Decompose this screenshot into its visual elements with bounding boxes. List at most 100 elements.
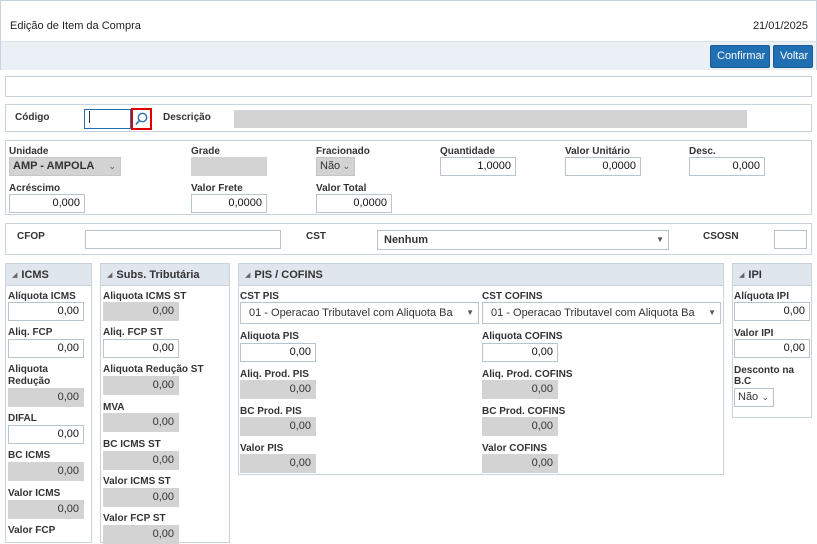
aliquota-pis-input[interactable]: 0,00 (240, 343, 316, 362)
icms-valor-field: 0,00 (8, 500, 84, 519)
fracionado-select[interactable]: Não ⌄ (316, 157, 355, 176)
subs-valor-fcp-st-label: Valor FCP ST (103, 513, 166, 524)
ipi-aliquota-input[interactable]: 0,00 (734, 302, 810, 321)
aliquota-pis-label: Aliquota PIS (240, 331, 299, 342)
chevron-down-icon: ⌄ (108, 161, 116, 171)
subs-aliquota-reducao-st-field: 0,00 (103, 376, 179, 395)
csosn-label: CSOSN (703, 231, 739, 242)
message-bar (5, 76, 812, 97)
triangle-icon: ◢ (245, 272, 251, 279)
page-date: 21/01/2025 (752, 20, 808, 32)
confirm-button[interactable]: Confirmar (710, 45, 770, 68)
item-panel: Unidade AMP - AMPOLA ⌄ Grade Fracionado N… (5, 140, 812, 215)
subs-aliquota-st-label: Aliquota ICMS ST (103, 291, 187, 302)
valor-unitario-input[interactable]: 0,0000 (565, 157, 641, 176)
cst-pis-label: CST PIS (240, 291, 279, 302)
desc-label: Desc. (689, 146, 716, 157)
chevron-down-icon: ▼ (466, 308, 474, 317)
cfop-input[interactable] (85, 230, 281, 249)
valor-cofins-field: 0,00 (482, 454, 558, 473)
icms-difal-input[interactable]: 0,00 (8, 425, 84, 444)
valor-total-input[interactable]: 0,0000 (316, 194, 392, 213)
valor-pis-label: Valor PIS (240, 443, 284, 454)
chevron-down-icon: ⌄ (342, 161, 350, 171)
cst-cofins-label: CST COFINS (482, 291, 543, 302)
icms-aliquota-reducao-field: 0,00 (8, 388, 84, 407)
unidade-label: Unidade (9, 146, 49, 157)
bc-prod-cofins-field: 0,00 (482, 417, 558, 436)
cst-label: CST (306, 231, 326, 242)
icms-bc-label: BC ICMS (8, 450, 51, 461)
quantidade-input[interactable]: 1,0000 (440, 157, 516, 176)
triangle-icon: ◢ (12, 272, 18, 279)
ipi-desconto-label-line2: B.C (734, 376, 752, 387)
ipi-aliquota-label: Alíquota IPI (734, 291, 789, 302)
aliquota-cofins-label: Aliquota COFINS (482, 331, 563, 342)
code-input[interactable] (84, 109, 131, 129)
ipi-header[interactable]: ◢ IPI (733, 264, 811, 286)
bc-prod-pis-label: BC Prod. PIS (240, 406, 302, 417)
cst-select[interactable]: Nenhum ▼ (377, 230, 669, 250)
magnifier-icon (135, 112, 148, 126)
subs-aliquota-st-field: 0,00 (103, 302, 179, 321)
valor-pis-field: 0,00 (240, 454, 316, 473)
icms-aliq-fcp-label: Aliq. FCP (8, 327, 53, 338)
icms-aliquota-reducao-label: Aliquota Redução (8, 364, 51, 387)
subs-mva-field: 0,00 (103, 413, 179, 432)
triangle-icon: ◢ (107, 272, 113, 279)
aliq-prod-pis-label: Aliq. Prod. PIS (240, 369, 309, 380)
icms-difal-label: DIFAL (8, 413, 37, 424)
cfop-label: CFOP (17, 231, 45, 242)
subs-section: ◢ Subs. Tributária Aliquota ICMS ST 0,00 … (100, 263, 230, 544)
aliq-prod-cofins-label: Aliq. Prod. COFINS (482, 369, 573, 380)
cst-cofins-select[interactable]: 01 - Operacao Tributavel com Aliquota Ba… (482, 302, 721, 324)
icms-aliquota-input[interactable]: 0,00 (8, 302, 84, 321)
code-label: Código (15, 112, 50, 123)
ipi-valor-label: Valor IPI (734, 328, 774, 339)
subs-aliq-fcp-st-input[interactable]: 0,00 (103, 339, 179, 358)
bc-prod-cofins-label: BC Prod. COFINS (482, 406, 566, 417)
icms-valor-label: Valor ICMS (8, 488, 61, 499)
icms-section: ◢ ICMS Alíquota ICMS 0,00 Aliq. FCP 0,00 … (5, 263, 92, 543)
subs-valor-fcp-st-field: 0,00 (103, 525, 179, 544)
triangle-icon: ◢ (739, 272, 745, 279)
valor-frete-input[interactable]: 0,0000 (191, 194, 267, 213)
icms-aliq-fcp-input[interactable]: 0,00 (8, 339, 84, 358)
description-field (234, 110, 747, 128)
csosn-input[interactable] (774, 230, 807, 249)
subs-header[interactable]: ◢ Subs. Tributária (101, 264, 229, 286)
cst-pis-select[interactable]: 01 - Operacao Tributavel com Aliquota Ba… (240, 302, 479, 324)
valor-frete-label: Valor Frete (191, 183, 243, 194)
aliq-prod-cofins-field: 0,00 (482, 380, 558, 399)
subs-aliq-fcp-st-label: Aliq. FCP ST (103, 327, 163, 338)
unidade-select[interactable]: AMP - AMPOLA ⌄ (9, 157, 121, 176)
icms-aliquota-label: Alíquota ICMS (8, 291, 76, 302)
chevron-down-icon: ▼ (708, 308, 716, 317)
subs-aliquota-reducao-st-label: Aliquota Redução ST (103, 364, 204, 375)
icms-header[interactable]: ◢ ICMS (6, 264, 91, 286)
chevron-down-icon: ⌄ (761, 392, 769, 402)
description-label: Descrição (163, 112, 211, 123)
subs-bc-st-field: 0,00 (103, 451, 179, 470)
ipi-desconto-select[interactable]: Não ⌄ (734, 388, 774, 407)
subs-bc-st-label: BC ICMS ST (103, 439, 161, 450)
back-button[interactable]: Voltar (773, 45, 813, 68)
valor-total-label: Valor Total (316, 183, 367, 194)
valor-unitario-label: Valor Unitário (565, 146, 631, 157)
valor-cofins-label: Valor COFINS (482, 443, 548, 454)
code-panel: Código Descrição (5, 104, 812, 132)
search-button[interactable] (131, 108, 152, 130)
aliq-prod-pis-field: 0,00 (240, 380, 316, 399)
quantidade-label: Quantidade (440, 146, 496, 157)
subs-valor-st-label: Valor ICMS ST (103, 476, 171, 487)
grade-label: Grade (191, 146, 220, 157)
ipi-valor-input[interactable]: 0,00 (734, 339, 810, 358)
pis-cofins-header[interactable]: ◢ PIS / COFINS (239, 264, 723, 286)
aliquota-cofins-input[interactable]: 0,00 (482, 343, 558, 362)
grade-field (191, 157, 267, 176)
icms-bc-field: 0,00 (8, 462, 84, 481)
desc-input[interactable]: 0,000 (689, 157, 765, 176)
acrescimo-label: Acréscimo (9, 183, 61, 194)
toolbar: Confirmar Voltar (0, 42, 817, 70)
acrescimo-input[interactable]: 0,000 (9, 194, 85, 213)
